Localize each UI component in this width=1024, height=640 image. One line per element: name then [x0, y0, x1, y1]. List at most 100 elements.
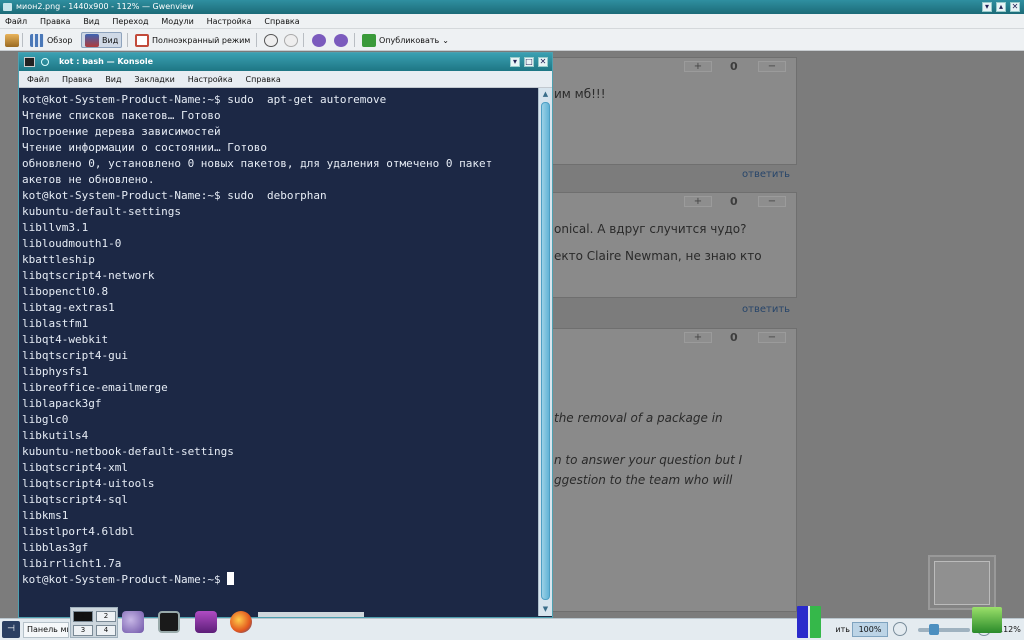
firefox-icon[interactable]	[230, 611, 252, 633]
terminal-line: обновлено 0, установлено 0 новых пакетов…	[22, 157, 493, 170]
rotate-left-button[interactable]	[309, 32, 329, 48]
terminal-line: libirrlicht1.7a	[22, 557, 122, 570]
minimize-icon[interactable]: ▾	[982, 2, 992, 12]
close-icon[interactable]: ✕	[1010, 2, 1020, 12]
menu-edit[interactable]: Правка	[57, 71, 97, 88]
vote-down-button[interactable]: −	[758, 196, 786, 207]
view-label: Вид	[102, 35, 119, 45]
zoom-slider[interactable]	[918, 624, 970, 635]
terminal-prompt-line[interactable]: kot@kot-System-Product-Name:~$	[22, 572, 538, 588]
menu-settings[interactable]: Настройка	[202, 14, 257, 29]
gwenview-titlebar[interactable]: мион2.png - 1440x900 - 112% — Gwenview ▾…	[0, 0, 1024, 14]
maximize-icon[interactable]: ▴	[996, 2, 1006, 12]
terminal-line: libglc0	[22, 413, 69, 426]
terminal-line: libqtscript4-sql	[22, 493, 128, 506]
terminal-line: kubuntu-default-settings	[22, 205, 181, 218]
close-icon[interactable]: ✕	[538, 57, 548, 67]
terminal-line: libtag-extras1	[22, 301, 115, 314]
minimize-icon[interactable]: ▾	[510, 57, 520, 67]
view-button[interactable]: Вид	[81, 32, 123, 48]
menu-view[interactable]: Вид	[100, 71, 126, 88]
scroll-up-icon[interactable]: ▲	[541, 90, 550, 99]
fullscreen-button[interactable]: Полноэкранный режим	[132, 32, 253, 48]
media-player-icon[interactable]	[195, 611, 217, 633]
terminal-prompt: kot@kot-System-Product-Name:~$	[22, 573, 221, 586]
gwenview-toolbar: Обзор Вид Полноэкранный режим Опубликова…	[0, 29, 1024, 51]
konsole-titlebar[interactable]: kot : bash — Konsole ▾ □ ✕	[19, 53, 552, 71]
terminal-line: libqtscript4-uitools	[22, 477, 155, 490]
menu-bookmarks[interactable]: Закладки	[129, 71, 179, 88]
zoom-navigator[interactable]	[928, 555, 996, 610]
zoom-out-icon[interactable]	[893, 622, 907, 636]
next-button[interactable]	[281, 32, 301, 48]
terminal-line: kot@kot-System-Product-Name:~$ sudo debo…	[22, 189, 327, 202]
fullscreen-icon	[135, 33, 149, 47]
maximize-icon[interactable]: □	[524, 57, 534, 67]
previous-button[interactable]	[261, 32, 281, 48]
menu-file[interactable]: Файл	[0, 14, 32, 29]
next-icon	[284, 33, 298, 47]
rotate-right-button[interactable]	[331, 32, 351, 48]
terminal-line: kot@kot-System-Product-Name:~$ sudo apt-…	[22, 93, 387, 106]
status-bar-fragment	[258, 612, 364, 617]
scroll-down-icon[interactable]: ▼	[541, 605, 550, 614]
desktop-1[interactable]: 1	[73, 611, 93, 622]
browse-button[interactable]: Обзор	[27, 32, 75, 48]
vote-count: 0	[730, 331, 738, 344]
terminal-scrollbar[interactable]: ▲ ▼	[538, 88, 552, 616]
menu-help[interactable]: Справка	[241, 71, 286, 88]
desktop-2[interactable]: 2	[96, 611, 116, 622]
vote-up-button[interactable]: +	[684, 196, 712, 207]
konsole-task-icon[interactable]	[158, 611, 180, 633]
desktop-3[interactable]: 3	[73, 625, 93, 636]
terminal-line: liblastfm1	[22, 317, 89, 330]
home-button[interactable]	[2, 32, 22, 48]
comment-text: n to answer your question but I	[554, 453, 743, 467]
comment-text: екто Claire Newman, не знаю кто	[554, 249, 762, 263]
desktop-4[interactable]: 4	[96, 625, 116, 636]
system-monitor-icon[interactable]	[797, 606, 821, 638]
application-launcher-icon[interactable]: ⊣	[2, 621, 20, 638]
share-icon	[362, 33, 376, 47]
terminal-icon	[24, 57, 35, 67]
menu-file[interactable]: Файл	[19, 71, 54, 88]
menu-view[interactable]: Вид	[78, 14, 104, 29]
rotate-left-icon	[312, 33, 326, 47]
reply-link[interactable]: ответить	[742, 304, 790, 315]
konsole-menubar: Файл Правка Вид Закладки Настройка Справ…	[19, 71, 552, 88]
vote-up-button[interactable]: +	[684, 332, 712, 343]
vote-up-button[interactable]: +	[684, 61, 712, 72]
zoom-100-button[interactable]: 100%	[852, 622, 888, 637]
konsole-window: kot : bash — Konsole ▾ □ ✕ Файл Правка В…	[18, 52, 553, 618]
scrollbar-thumb[interactable]	[541, 102, 550, 600]
terminal-output[interactable]: kot@kot-System-Product-Name:~$ sudo apt-…	[19, 88, 538, 616]
menu-settings[interactable]: Настройка	[183, 71, 238, 88]
notifications-icon[interactable]	[972, 607, 1002, 633]
comment-text: им мб!!!	[554, 87, 606, 101]
menu-plugins[interactable]: Модули	[156, 14, 198, 29]
reply-link[interactable]: ответить	[742, 169, 790, 180]
taskbar: ⊣ Панель ми ить 100% 112%	[0, 618, 1024, 640]
comment-text: onical. А вдруг случится чудо?	[554, 222, 747, 236]
menu-edit[interactable]: Правка	[35, 14, 75, 29]
gwenview-menubar: Файл Правка Вид Переход Модули Настройка…	[0, 14, 1024, 29]
terminal-line: libqtscript4-network	[22, 269, 155, 282]
pin-icon[interactable]	[41, 58, 49, 66]
menu-help[interactable]: Справка	[259, 14, 304, 29]
vote-count: 0	[730, 60, 738, 73]
comment-text: ggestion to the team who will	[554, 473, 733, 487]
kopete-icon[interactable]	[122, 611, 144, 633]
terminal-line: акетов не обновлено.	[22, 173, 155, 186]
terminal-line: libopenctl0.8	[22, 285, 109, 298]
grid-icon	[30, 33, 44, 47]
vote-down-button[interactable]: −	[758, 61, 786, 72]
terminal-line: Чтение информации о состоянии… Готово	[22, 141, 268, 154]
publish-button[interactable]: Опубликовать ⌄	[359, 32, 452, 48]
menu-go[interactable]: Переход	[107, 14, 153, 29]
fullscreen-label: Полноэкранный режим	[152, 35, 251, 45]
vote-down-button[interactable]: −	[758, 332, 786, 343]
chevron-down-icon: ⌄	[442, 35, 449, 45]
zoom-slider-handle[interactable]	[929, 624, 939, 635]
panel-menu-button[interactable]: Панель ми	[23, 622, 69, 638]
terminal-line: Чтение списков пакетов… Готово	[22, 109, 221, 122]
